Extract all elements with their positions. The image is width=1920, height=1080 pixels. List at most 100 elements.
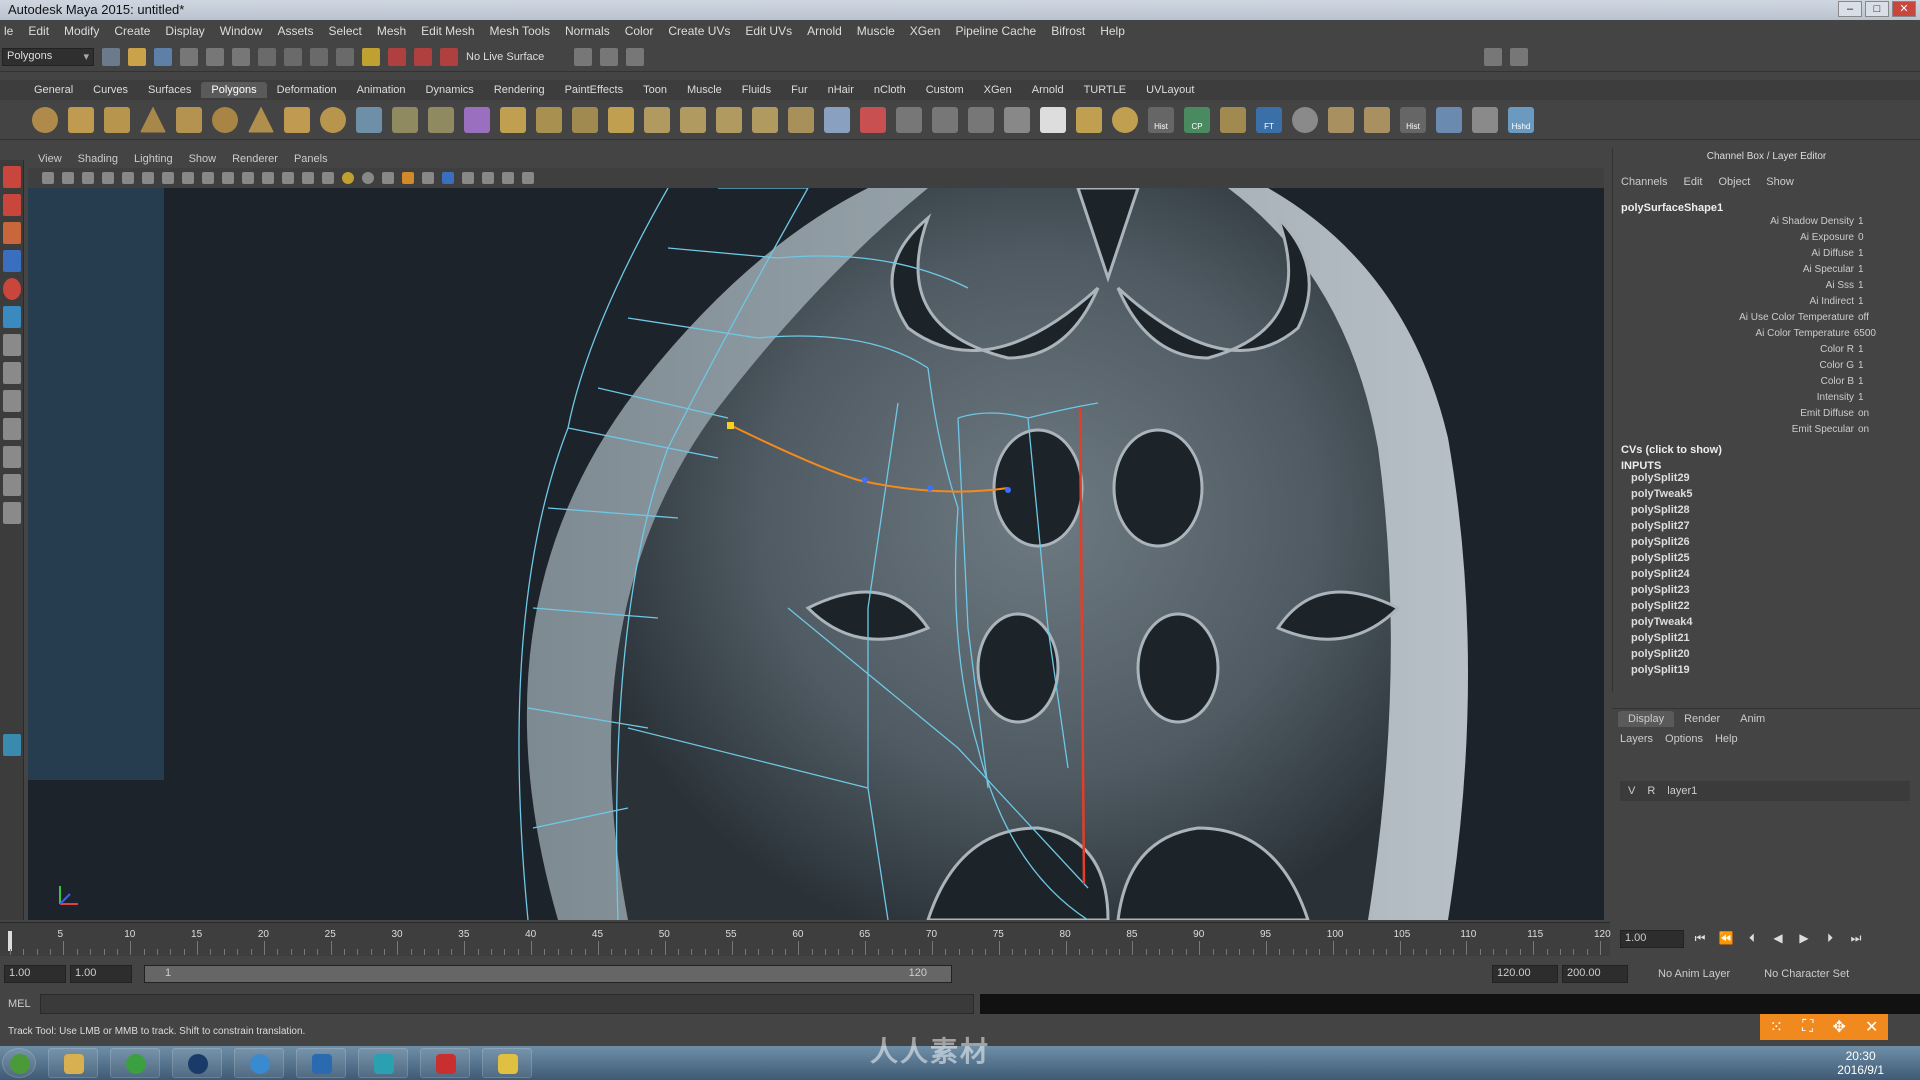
- select-component-icon[interactable]: [232, 47, 250, 66]
- move-tool-icon[interactable]: [3, 250, 21, 272]
- motion-blur-icon[interactable]: [402, 172, 414, 184]
- attribute-row[interactable]: Ai Sss 1: [1613, 280, 1920, 296]
- target-weld-icon[interactable]: [1112, 106, 1138, 133]
- attr-value[interactable]: off: [1858, 312, 1876, 328]
- wireframe-on-shaded-icon[interactable]: [302, 172, 314, 184]
- automatic-mapping-icon[interactable]: [1004, 106, 1030, 133]
- scale-tool-icon[interactable]: [3, 306, 21, 328]
- append-polygon-icon[interactable]: [608, 106, 634, 133]
- grid-icon[interactable]: [1220, 106, 1246, 133]
- attribute-row[interactable]: Ai Exposure 0: [1613, 232, 1920, 248]
- cb-menu-item[interactable]: Channels: [1621, 176, 1667, 194]
- menu-item[interactable]: Window: [220, 24, 263, 38]
- select-hierarchy-icon[interactable]: [180, 47, 198, 66]
- attribute-row[interactable]: Ai Shadow Density 1: [1613, 216, 1920, 232]
- attr-value[interactable]: on: [1858, 408, 1876, 424]
- menu-item[interactable]: Edit: [28, 24, 49, 38]
- layout-single-icon[interactable]: [3, 334, 21, 356]
- shield-model[interactable]: [28, 188, 1604, 920]
- sidebar-toggle-icon[interactable]: [574, 47, 593, 66]
- poly-sphere-icon[interactable]: [32, 106, 58, 133]
- poly-pyramid-icon[interactable]: [248, 106, 274, 133]
- poly-helix-icon[interactable]: [320, 106, 346, 133]
- attribute-row[interactable]: Ai Diffuse 1: [1613, 248, 1920, 264]
- layout-four-icon[interactable]: [3, 362, 21, 384]
- freeze-transform-icon[interactable]: FT: [1256, 106, 1282, 133]
- layout-two-icon[interactable]: [3, 390, 21, 412]
- taskbar-maya[interactable]: [358, 1048, 408, 1078]
- shelf-tab-polygons[interactable]: Polygons: [201, 82, 267, 98]
- edge-vertex[interactable]: [862, 477, 868, 483]
- input-node[interactable]: polySplit26: [1613, 536, 1920, 552]
- fullscreen-icon[interactable]: ⛶: [1802, 1018, 1813, 1036]
- panel-menu-item[interactable]: Renderer: [232, 153, 278, 165]
- multisample-icon[interactable]: [422, 172, 434, 184]
- poly-cylinder-icon[interactable]: [104, 106, 130, 133]
- poly-plane-icon[interactable]: [176, 106, 202, 133]
- step-forward-frame-icon[interactable]: ⏵: [1820, 931, 1840, 947]
- menu-item[interactable]: Mesh: [377, 24, 406, 38]
- menu-item[interactable]: Pipeline Cache: [955, 24, 1036, 38]
- attr-value[interactable]: 1: [1858, 296, 1876, 312]
- close-icon[interactable]: ✕: [1865, 1017, 1878, 1037]
- panel-menu-item[interactable]: View: [38, 153, 62, 165]
- xray-active-icon[interactable]: [522, 172, 534, 184]
- menu-item[interactable]: Bifrost: [1051, 24, 1085, 38]
- attr-value[interactable]: 1: [1858, 344, 1876, 360]
- start-button[interactable]: [2, 1048, 36, 1078]
- snap-grid-icon[interactable]: [258, 47, 276, 66]
- input-node[interactable]: polyTweak4: [1613, 616, 1920, 632]
- planar-mapping-icon[interactable]: [896, 106, 922, 133]
- taskbar-app-3[interactable]: [296, 1048, 346, 1078]
- menu-item[interactable]: Color: [625, 24, 654, 38]
- attribute-row[interactable]: Ai Color Temperature 6500: [1613, 328, 1920, 344]
- lights-icon[interactable]: [342, 172, 354, 184]
- shelf-tab[interactable]: Curves: [83, 82, 138, 98]
- shelf-tab[interactable]: PaintEffects: [555, 82, 634, 98]
- taskbar-app-1[interactable]: [172, 1048, 222, 1078]
- menu-item[interactable]: Create UVs: [668, 24, 730, 38]
- shelf-tab[interactable]: Animation: [347, 82, 416, 98]
- taskbar-browser[interactable]: [110, 1048, 160, 1078]
- attr-value[interactable]: 1: [1858, 216, 1876, 232]
- menu-item[interactable]: Assets: [277, 24, 313, 38]
- attribute-row[interactable]: Ai Use Color Temperature off: [1613, 312, 1920, 328]
- attribute-row[interactable]: Color R 1: [1613, 344, 1920, 360]
- attr-value[interactable]: 1: [1858, 248, 1876, 264]
- input-node[interactable]: polySplit29: [1613, 472, 1920, 488]
- layer-row[interactable]: V R layer1: [1620, 781, 1910, 801]
- wireframe-icon[interactable]: [262, 172, 274, 184]
- current-frame-field[interactable]: 1.00: [1620, 930, 1684, 948]
- cylindrical-mapping-icon[interactable]: [932, 106, 958, 133]
- menu-item[interactable]: Normals: [565, 24, 610, 38]
- minimize-button[interactable]: –: [1838, 1, 1862, 17]
- poly-torus-icon[interactable]: [212, 106, 238, 133]
- close-button[interactable]: ✕: [1892, 1, 1916, 17]
- input-node[interactable]: polySplit28: [1613, 504, 1920, 520]
- input-node[interactable]: polySplit24: [1613, 568, 1920, 584]
- split-polygon-icon[interactable]: [716, 106, 742, 133]
- cb-menu-item[interactable]: Edit: [1683, 176, 1702, 194]
- hypershade-icon[interactable]: Hshd: [1508, 106, 1534, 133]
- taskbar-app-2[interactable]: [234, 1048, 284, 1078]
- menu-item[interactable]: Muscle: [857, 24, 895, 38]
- attribute-row[interactable]: Ai Specular 1: [1613, 264, 1920, 280]
- system-clock[interactable]: 20:30 2016/9/1: [1837, 1049, 1884, 1077]
- shelf-tab[interactable]: Dynamics: [416, 82, 484, 98]
- depth-of-field-icon[interactable]: [442, 172, 454, 184]
- poly-cone-icon[interactable]: [140, 106, 166, 133]
- image-plane-icon[interactable]: [102, 172, 114, 184]
- live-surface-label[interactable]: No Live Surface: [466, 51, 544, 63]
- lock-icon[interactable]: [362, 47, 380, 66]
- shelf-tab[interactable]: UVLayout: [1136, 82, 1204, 98]
- mirror-geometry-icon[interactable]: [860, 106, 886, 133]
- menu-item[interactable]: Display: [165, 24, 204, 38]
- attr-value[interactable]: 1: [1858, 360, 1876, 376]
- time-slider[interactable]: 5 10 15 20 25 30 35 40 45 50 55 60 65 70 75 80 85 90 95 100…: [0, 922, 1611, 956]
- attribute-row[interactable]: Ai Indirect 1: [1613, 296, 1920, 312]
- layer-reference-toggle[interactable]: R: [1647, 785, 1655, 797]
- shelf-tab[interactable]: TURTLE: [1074, 82, 1137, 98]
- soft-select-icon[interactable]: [1076, 106, 1102, 133]
- textured-icon[interactable]: [322, 172, 334, 184]
- shelf-tab[interactable]: nHair: [818, 82, 864, 98]
